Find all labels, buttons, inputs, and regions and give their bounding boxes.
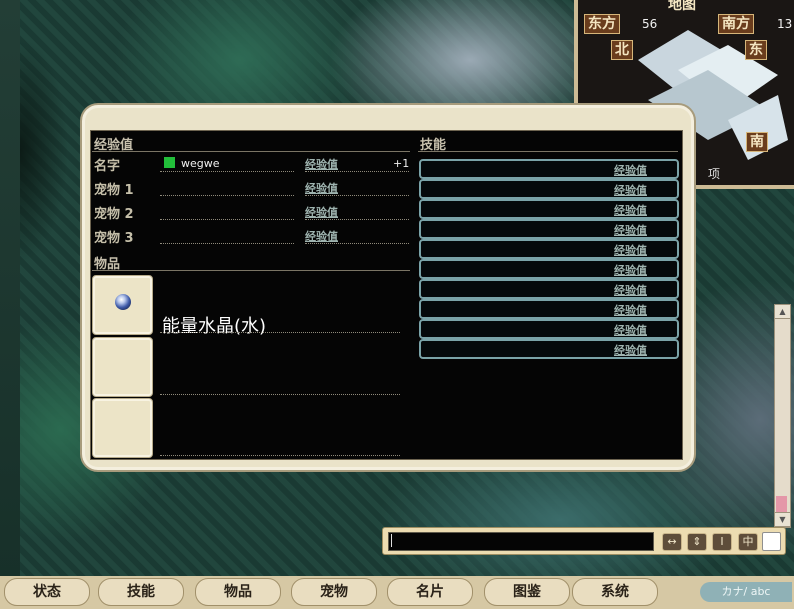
name-exp-label: 经验值 bbox=[305, 158, 338, 171]
pet-3-exp-label: 经验值 bbox=[305, 230, 338, 243]
minimap-title: 地图 bbox=[668, 0, 696, 13]
tab-encyclopedia[interactable]: 图鉴 bbox=[484, 578, 570, 606]
tab-status[interactable]: 状态 bbox=[4, 578, 90, 606]
skill-exp-label: 经验值 bbox=[614, 224, 647, 237]
item-slot-2[interactable] bbox=[92, 337, 153, 397]
text-cursor bbox=[391, 534, 392, 547]
skill-slot-6[interactable]: 经验值 bbox=[419, 259, 679, 279]
skill-exp-label: 经验值 bbox=[614, 164, 647, 177]
pet-1-exp-label: 经验值 bbox=[305, 182, 338, 195]
row-underline bbox=[305, 219, 409, 220]
south-coordinate-value: 13 bbox=[777, 17, 793, 31]
skill-exp-label: 经验值 bbox=[614, 344, 647, 357]
chat-scrollbar[interactable] bbox=[774, 304, 791, 528]
skill-slot-1[interactable]: 经验值 bbox=[419, 159, 679, 179]
item-underline bbox=[160, 394, 400, 395]
east-coordinate-label: 东方 bbox=[584, 14, 620, 34]
row-underline bbox=[160, 243, 294, 244]
skills-header-divider bbox=[418, 151, 678, 152]
skill-slot-5[interactable]: 经验值 bbox=[419, 239, 679, 259]
compass-north: 北 bbox=[611, 40, 633, 60]
skill-slot-9[interactable]: 经验值 bbox=[419, 319, 679, 339]
row-underline bbox=[160, 219, 294, 220]
scroll-up-icon[interactable]: ▲ bbox=[774, 304, 791, 319]
player-color-marker bbox=[164, 157, 175, 168]
chat-resize-horizontal-button[interactable]: ↔ bbox=[662, 533, 682, 551]
scroll-thumb[interactable] bbox=[776, 496, 787, 512]
skill-exp-label: 经验值 bbox=[614, 284, 647, 297]
skill-slot-8[interactable]: 经验值 bbox=[419, 299, 679, 319]
name-label: 名字 bbox=[94, 159, 121, 174]
item-slot-3[interactable] bbox=[92, 398, 153, 458]
skill-slot-2[interactable]: 经验值 bbox=[419, 179, 679, 199]
scroll-down-icon[interactable]: ▼ bbox=[774, 512, 791, 527]
chat-resize-vertical-button[interactable]: ⇕ bbox=[687, 533, 707, 551]
row-underline bbox=[305, 171, 409, 172]
compass-south: 南 bbox=[746, 132, 768, 152]
ime-indicator: カナ/ abc bbox=[700, 582, 792, 602]
skill-slot-4[interactable]: 经验值 bbox=[419, 219, 679, 239]
item-underline bbox=[160, 455, 400, 456]
pet-1-label: 宠物 1 bbox=[94, 183, 134, 198]
items-header-divider bbox=[92, 270, 410, 271]
south-coordinate-label: 南方 bbox=[718, 14, 754, 34]
skill-slot-10[interactable]: 经验值 bbox=[419, 339, 679, 359]
row-underline bbox=[305, 195, 409, 196]
skill-slot-3[interactable]: 经验值 bbox=[419, 199, 679, 219]
skill-exp-label: 经验值 bbox=[614, 244, 647, 257]
skill-exp-label: 经验值 bbox=[614, 324, 647, 337]
tab-skills[interactable]: 技能 bbox=[98, 578, 184, 606]
skill-exp-label: 经验值 bbox=[614, 204, 647, 217]
pet-3-label: 宠物 3 bbox=[94, 231, 134, 246]
chat-channel-button[interactable]: Ⅰ bbox=[712, 533, 732, 551]
minimap-side-text: 项 bbox=[708, 167, 721, 181]
name-exp-value: +1 bbox=[393, 157, 410, 170]
tab-items[interactable]: 物品 bbox=[195, 578, 281, 606]
east-coordinate-value: 56 bbox=[642, 17, 658, 31]
compass-east: 东 bbox=[745, 40, 767, 60]
pet-2-exp-label: 经验值 bbox=[305, 206, 338, 219]
chat-language-button[interactable]: 中 bbox=[738, 533, 758, 551]
skill-exp-label: 经验值 bbox=[614, 264, 647, 277]
item-1-name: 能量水晶(水) bbox=[162, 316, 267, 337]
pet-2-label: 宠物 2 bbox=[94, 207, 134, 222]
row-underline bbox=[160, 195, 294, 196]
player-name: wegwe bbox=[181, 157, 220, 170]
skill-slot-7[interactable]: 经验值 bbox=[419, 279, 679, 299]
tab-system[interactable]: 系统 bbox=[572, 578, 658, 606]
item-underline bbox=[160, 332, 400, 333]
chat-toggle-checkbox[interactable] bbox=[762, 532, 781, 551]
tab-card[interactable]: 名片 bbox=[387, 578, 473, 606]
skill-exp-label: 经验值 bbox=[614, 184, 647, 197]
skill-exp-label: 经验值 bbox=[614, 304, 647, 317]
tab-pets[interactable]: 宠物 bbox=[291, 578, 377, 606]
row-underline bbox=[305, 243, 409, 244]
chat-input[interactable] bbox=[388, 532, 654, 551]
row-underline bbox=[160, 171, 294, 172]
exp-header-divider bbox=[92, 151, 410, 152]
left-edge-shadow bbox=[0, 0, 20, 580]
water-crystal-icon bbox=[115, 294, 131, 310]
